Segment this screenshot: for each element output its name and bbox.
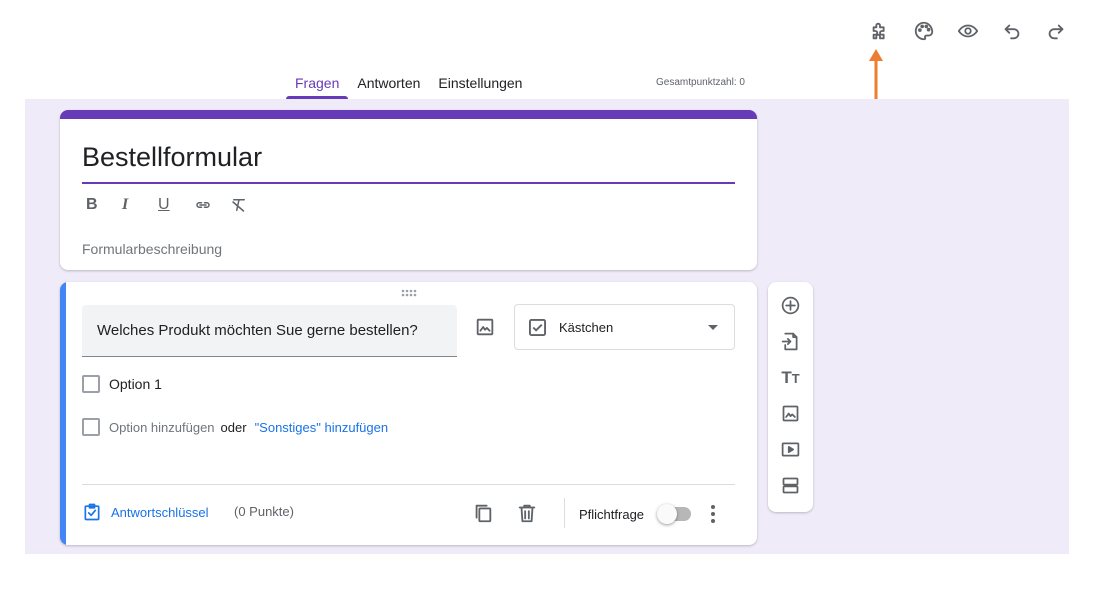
format-toolbar: B I U	[86, 194, 266, 216]
toolbar	[858, 16, 1078, 46]
side-toolbar: TT	[768, 282, 813, 512]
title-card: Bestellformular B I U Formularbeschreibu…	[60, 110, 757, 270]
required-label: Pflichtfrage	[579, 507, 645, 522]
palette-icon[interactable]	[902, 16, 946, 46]
option-item: Option 1	[82, 375, 162, 393]
total-points: Gesamtpunktzahl: 0	[656, 77, 745, 88]
points-value: (0 Punkte)	[234, 504, 294, 519]
accent-band	[60, 110, 757, 119]
puzzle-addons-icon[interactable]	[858, 16, 902, 46]
toggle-knob	[657, 504, 677, 524]
question-input[interactable]: Welches Produkt möchten Sue gerne bestel…	[82, 305, 457, 357]
or-text: oder	[220, 419, 247, 435]
add-option-row: Option hinzufügen oder "Sonstiges" hinzu…	[82, 418, 388, 436]
add-other-link[interactable]: "Sonstiges" hinzufügen	[255, 420, 389, 435]
clear-format-icon[interactable]	[230, 194, 266, 216]
drag-handle-icon[interactable]	[401, 289, 417, 297]
link-icon[interactable]	[194, 194, 230, 216]
answer-key-label: Antwortschlüssel	[111, 504, 209, 520]
form-description[interactable]: Formularbeschreibung	[82, 241, 222, 257]
question-type-label: Kästchen	[559, 320, 614, 335]
question-type-dropdown[interactable]: Kästchen	[514, 304, 735, 350]
form-title[interactable]: Bestellformular	[82, 142, 262, 173]
required-toggle[interactable]	[657, 504, 691, 524]
tab-antworten[interactable]: Antworten	[348, 66, 429, 99]
eye-preview-icon[interactable]	[946, 16, 990, 46]
tab-einstellungen[interactable]: Einstellungen	[429, 66, 531, 99]
chevron-down-icon	[708, 325, 718, 330]
trash-icon[interactable]	[516, 502, 538, 524]
undo-icon[interactable]	[990, 16, 1034, 46]
add-image-icon[interactable]	[474, 316, 496, 338]
option-checkbox	[82, 418, 100, 436]
option-label[interactable]: Option 1	[109, 376, 162, 392]
import-questions-icon[interactable]	[780, 331, 801, 352]
footer-divider	[564, 498, 565, 528]
duplicate-icon[interactable]	[472, 502, 494, 524]
bold-icon[interactable]: B	[86, 194, 122, 216]
title-underline	[82, 182, 735, 184]
add-image-icon[interactable]	[780, 403, 801, 424]
add-section-icon[interactable]	[780, 475, 801, 496]
add-option-link[interactable]: Option hinzufügen	[109, 420, 215, 435]
more-options-icon[interactable]	[705, 503, 721, 525]
answer-key-button[interactable]: Antwortschlüssel	[82, 502, 209, 522]
checkbox-type-icon	[529, 319, 546, 336]
underline-icon[interactable]: U	[158, 194, 194, 216]
tab-fragen[interactable]: Fragen	[286, 66, 349, 99]
add-question-icon[interactable]	[780, 295, 801, 316]
form-canvas: Bestellformular B I U Formularbeschreibu…	[25, 99, 1069, 554]
question-card: Welches Produkt möchten Sue gerne bestel…	[60, 282, 757, 545]
title-text-icon[interactable]: TT	[780, 367, 801, 388]
redo-icon[interactable]	[1034, 16, 1078, 46]
option-checkbox[interactable]	[82, 375, 100, 393]
add-video-icon[interactable]	[780, 439, 801, 460]
active-indicator	[60, 282, 66, 545]
tab-bar: Fragen Antworten Einstellungen	[286, 66, 531, 99]
clipboard-check-icon	[82, 502, 102, 522]
divider	[82, 484, 735, 485]
italic-icon[interactable]: I	[122, 194, 158, 216]
